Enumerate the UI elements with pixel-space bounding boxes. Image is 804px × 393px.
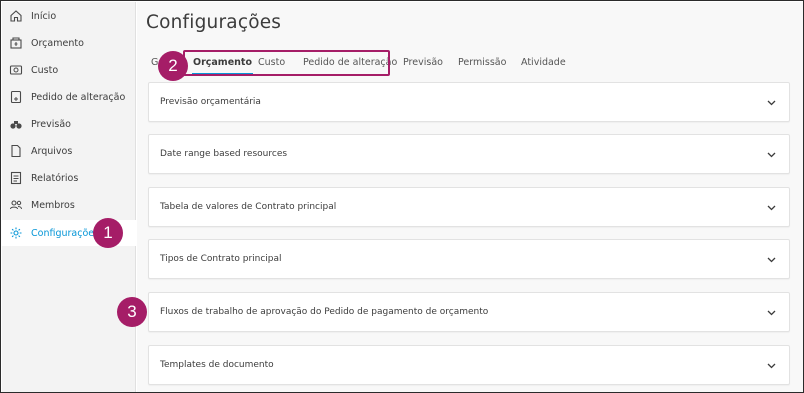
page-title: Configurações — [146, 12, 282, 33]
sidebar-item-label: Orçamento — [31, 37, 84, 49]
sidebar-item-membros[interactable]: Membros — [2, 192, 136, 218]
cost-icon — [9, 63, 23, 77]
tab-permissao[interactable]: Permissão — [458, 54, 506, 76]
sidebar-item-previsao[interactable]: Previsão — [2, 111, 136, 137]
sidebar-item-label: Arquivos — [31, 145, 73, 157]
sidebar-item-arquivos[interactable]: Arquivos — [2, 138, 136, 164]
chevron-down-icon — [767, 152, 776, 158]
chevron-down-icon — [767, 100, 776, 106]
panel-label: Previsão orçamentária — [160, 97, 261, 107]
sidebar-item-label: Configurações — [31, 227, 100, 239]
app-window: Início Orçamento Custo Pedido de alteraç… — [0, 0, 804, 393]
panel-tabela-de-valores[interactable]: Tabela de valores de Contrato principal — [148, 187, 790, 227]
report-icon — [9, 171, 23, 185]
chevron-down-icon — [767, 205, 776, 211]
chevron-down-icon — [767, 363, 776, 369]
sidebar-item-label: Previsão — [31, 118, 71, 130]
sidebar-item-label: Membros — [31, 199, 75, 211]
callout-badge-1: 1 — [93, 218, 123, 248]
sidebar-item-orcamento[interactable]: Orçamento — [2, 30, 136, 56]
panel-label: Date range based resources — [160, 149, 288, 159]
sidebar-item-label: Início — [31, 10, 57, 22]
panel-fluxos-de-trabalho[interactable]: Fluxos de trabalho de aprovação do Pedid… — [148, 292, 790, 332]
callout-badge-2: 2 — [158, 51, 188, 81]
panel-label: Tipos de Contrato principal — [160, 254, 282, 264]
panel-tipos-de-contrato[interactable]: Tipos de Contrato principal — [148, 239, 790, 279]
home-icon — [9, 9, 23, 23]
tab-previsao[interactable]: Previsão — [403, 54, 443, 76]
chevron-down-icon — [767, 310, 776, 316]
sidebar-item-label: Relatórios — [31, 172, 79, 184]
sidebar: Início Orçamento Custo Pedido de alteraç… — [2, 2, 136, 392]
budget-icon — [9, 36, 23, 50]
sidebar-item-inicio[interactable]: Início — [2, 3, 136, 29]
panel-templates-de-documento[interactable]: Templates de documento — [148, 345, 790, 385]
panel-label: Templates de documento — [160, 360, 274, 370]
sidebar-item-label: Custo — [31, 64, 59, 76]
main-content: Configurações Ge Orçamento Custo Pedido … — [137, 2, 803, 392]
callout-badge-3: 3 — [117, 297, 147, 327]
gear-icon — [9, 226, 23, 240]
sidebar-item-pedido-de-alteracao[interactable]: Pedido de alteração — [2, 84, 136, 110]
sidebar-item-custo[interactable]: Custo — [2, 57, 136, 83]
binoculars-icon — [9, 117, 23, 131]
sidebar-item-relatorios[interactable]: Relatórios — [2, 165, 136, 191]
tab-atividade[interactable]: Atividade — [521, 54, 566, 76]
sidebar-item-label: Pedido de alteração — [31, 91, 126, 103]
panel-label: Tabela de valores de Contrato principal — [160, 202, 337, 212]
panel-label: Fluxos de trabalho de aprovação do Pedid… — [160, 307, 489, 317]
panel-previsao-orcamentaria[interactable]: Previsão orçamentária — [148, 82, 790, 122]
file-icon — [9, 144, 23, 158]
change-order-icon — [9, 90, 23, 104]
chevron-down-icon — [767, 257, 776, 263]
tabs-highlight-box — [183, 50, 390, 76]
panel-date-range-based-resources[interactable]: Date range based resources — [148, 134, 790, 174]
members-icon — [9, 198, 23, 212]
